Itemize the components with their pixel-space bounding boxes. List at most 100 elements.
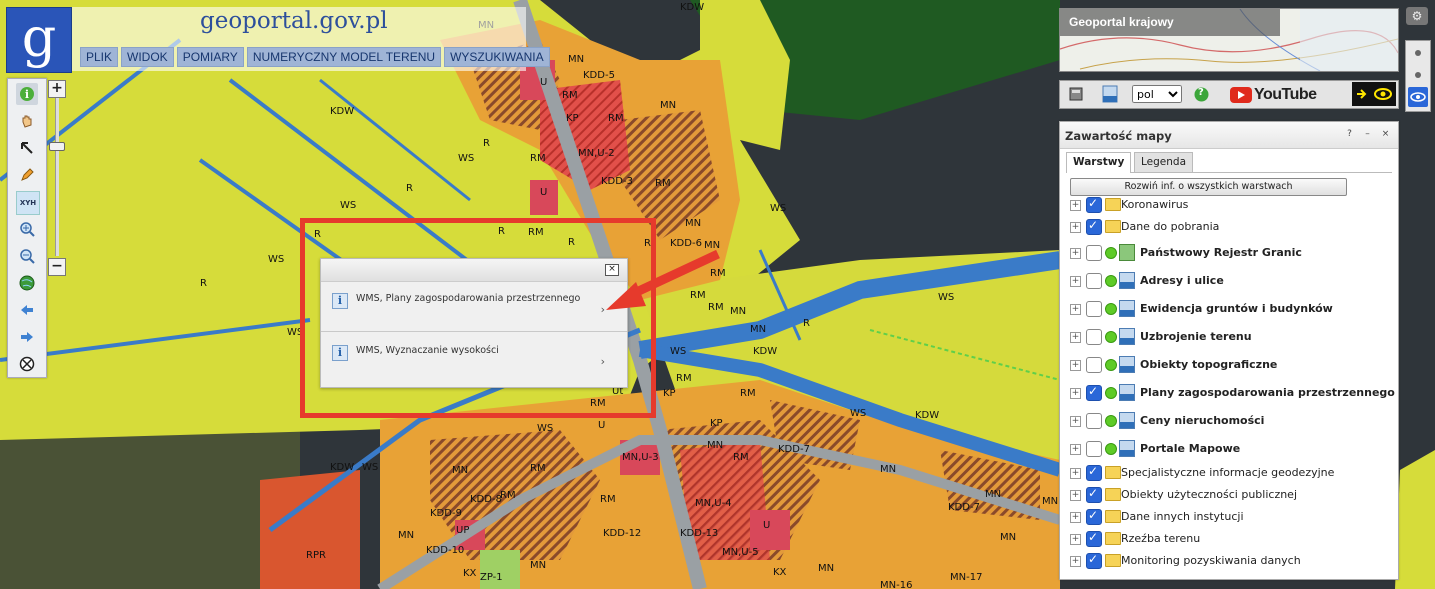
layer-checkbox[interactable] [1086, 273, 1102, 289]
menu-plik[interactable]: PLIK [80, 47, 119, 67]
zoom-out-icon[interactable] [16, 245, 38, 267]
menu-pomiary[interactable]: POMIARY [176, 47, 244, 67]
layer-row[interactable]: + Państwowy Rejestr Granic [1060, 243, 1398, 265]
layer-row[interactable]: + Monitoring pozyskiwania danych [1060, 551, 1398, 573]
zoom-track[interactable] [55, 98, 59, 256]
info-icon[interactable]: i [16, 83, 38, 105]
globe-icon[interactable] [16, 272, 38, 294]
panel-close-button[interactable]: × [1380, 129, 1391, 140]
zoom-in-icon[interactable] [16, 218, 38, 240]
folder-icon [1105, 554, 1121, 567]
map-contents-panel: Zawartość mapy ? – × Warstwy Legenda Roz… [1059, 121, 1399, 580]
menu-widok[interactable]: WIDOK [121, 47, 174, 67]
layer-checkbox[interactable] [1086, 329, 1102, 345]
cancel-icon[interactable] [16, 353, 38, 375]
expand-icon[interactable]: + [1070, 512, 1081, 523]
expand-icon[interactable]: + [1070, 332, 1081, 343]
popup-item-plany[interactable]: i WMS, Plany zagospodarowania przestrzen… [321, 283, 627, 332]
layer-row[interactable]: + Koronawirus [1060, 195, 1398, 217]
language-select[interactable]: pol [1132, 85, 1182, 103]
layer-row[interactable]: + Obiekty topograficzne [1060, 355, 1398, 377]
eye-view-icon[interactable] [1408, 87, 1428, 107]
layer-checkbox[interactable] [1086, 486, 1102, 503]
panel-minimize-button[interactable]: – [1362, 129, 1373, 140]
expand-icon[interactable]: + [1070, 276, 1081, 287]
layer-label: Plany zagospodarowania przestrzennego [1140, 386, 1395, 399]
youtube-link[interactable]: YouTube [1230, 85, 1317, 105]
eye-icon [1374, 88, 1392, 100]
layer-checkbox[interactable] [1086, 196, 1102, 213]
layer-checkbox[interactable] [1086, 357, 1102, 373]
popup-item-wysokosci[interactable]: i WMS, Wyznaczanie wysokości › [321, 335, 627, 383]
back-arrow-icon[interactable] [16, 299, 38, 321]
expand-icon[interactable]: + [1070, 416, 1081, 427]
overview-title: Geoportal krajowy [1060, 9, 1280, 36]
arrow-right-icon [1357, 89, 1367, 99]
layer-checkbox[interactable] [1086, 441, 1102, 457]
layer-checkbox[interactable] [1086, 301, 1102, 317]
layer-checkbox[interactable] [1086, 413, 1102, 429]
layer-label: Uzbrojenie terenu [1140, 330, 1252, 343]
folder-icon [1105, 220, 1121, 233]
layer-checkbox[interactable] [1086, 508, 1102, 525]
layer-row[interactable]: + Portale Mapowe [1060, 439, 1398, 461]
expand-icon[interactable]: + [1070, 388, 1081, 399]
tab-warstwy[interactable]: Warstwy [1066, 152, 1132, 173]
map-layer-icon [1119, 244, 1135, 261]
expand-all-layers-button[interactable]: Rozwiń inf. o wszystkich warstwach [1070, 178, 1347, 196]
status-dot-icon [1105, 443, 1117, 455]
expand-icon[interactable]: + [1070, 468, 1081, 479]
expand-icon[interactable]: + [1070, 556, 1081, 567]
select-arrow-icon[interactable] [16, 137, 38, 159]
tab-legenda[interactable]: Legenda [1134, 152, 1194, 172]
zoom-in-button[interactable]: + [48, 80, 66, 98]
forward-arrow-icon[interactable] [16, 326, 38, 348]
zoom-handle[interactable] [49, 142, 65, 151]
layer-checkbox[interactable] [1086, 464, 1102, 481]
layer-row[interactable]: + Rzeźba terenu [1060, 529, 1398, 551]
accessibility-toggle[interactable] [1352, 82, 1396, 106]
wms-icon[interactable] [1102, 85, 1118, 103]
status-dot-icon [1105, 303, 1117, 315]
folder-icon [1105, 532, 1121, 545]
layer-row[interactable]: + Obiekty użyteczności publicznej [1060, 485, 1398, 507]
layer-checkbox[interactable] [1086, 552, 1102, 569]
panel-help-button[interactable]: ? [1344, 129, 1355, 140]
expand-icon[interactable]: + [1070, 534, 1081, 545]
geoportal-logo[interactable]: g [6, 6, 72, 73]
view-dot-1-icon[interactable] [1408, 43, 1428, 63]
layer-checkbox[interactable] [1086, 530, 1102, 547]
expand-icon[interactable]: + [1070, 222, 1081, 233]
expand-icon[interactable]: + [1070, 304, 1081, 315]
layer-row[interactable]: + Dane innych instytucji [1060, 507, 1398, 529]
layer-row[interactable]: + Ewidencja gruntów i budynków [1060, 299, 1398, 321]
zoom-out-button[interactable]: − [48, 258, 66, 276]
draw-pencil-icon[interactable] [16, 164, 38, 186]
wms-icon [1119, 328, 1135, 345]
view-dot-2-icon[interactable] [1408, 65, 1428, 85]
expand-icon[interactable]: + [1070, 248, 1081, 259]
settings-gear-icon[interactable]: ⚙ [1406, 7, 1428, 25]
layer-row[interactable]: + Adresy i ulice [1060, 271, 1398, 293]
layer-checkbox[interactable] [1086, 218, 1102, 235]
layer-label: Ewidencja gruntów i budynków [1140, 302, 1333, 315]
youtube-icon [1230, 87, 1252, 103]
xyh-coordinates-icon[interactable]: XYH [16, 191, 40, 215]
layer-checkbox[interactable] [1086, 384, 1102, 401]
expand-icon[interactable]: + [1070, 490, 1081, 501]
menu-numeryczny-model-terenu[interactable]: NUMERYCZNY MODEL TERENU [246, 47, 442, 67]
layer-row[interactable]: + Ceny nieruchomości [1060, 411, 1398, 433]
layer-row[interactable]: + Uzbrojenie terenu [1060, 327, 1398, 349]
pan-hand-icon[interactable] [16, 110, 38, 132]
layer-checkbox[interactable] [1086, 245, 1102, 261]
calculator-icon[interactable] [1069, 87, 1083, 101]
layer-row[interactable]: + Specjalistyczne informacje geodezyjne [1060, 463, 1398, 485]
overview-map[interactable]: Geoportal krajowy [1059, 8, 1399, 72]
layer-row[interactable]: + Plany zagospodarowania przestrzennego [1060, 383, 1398, 405]
menu-wyszukiwania[interactable]: WYSZUKIWANIA [444, 47, 550, 67]
layer-row[interactable]: + Dane do pobrania [1060, 217, 1398, 239]
layer-label: Dane innych instytucji [1121, 510, 1244, 523]
expand-icon[interactable]: + [1070, 360, 1081, 371]
expand-icon[interactable]: + [1070, 200, 1081, 211]
expand-icon[interactable]: + [1070, 444, 1081, 455]
